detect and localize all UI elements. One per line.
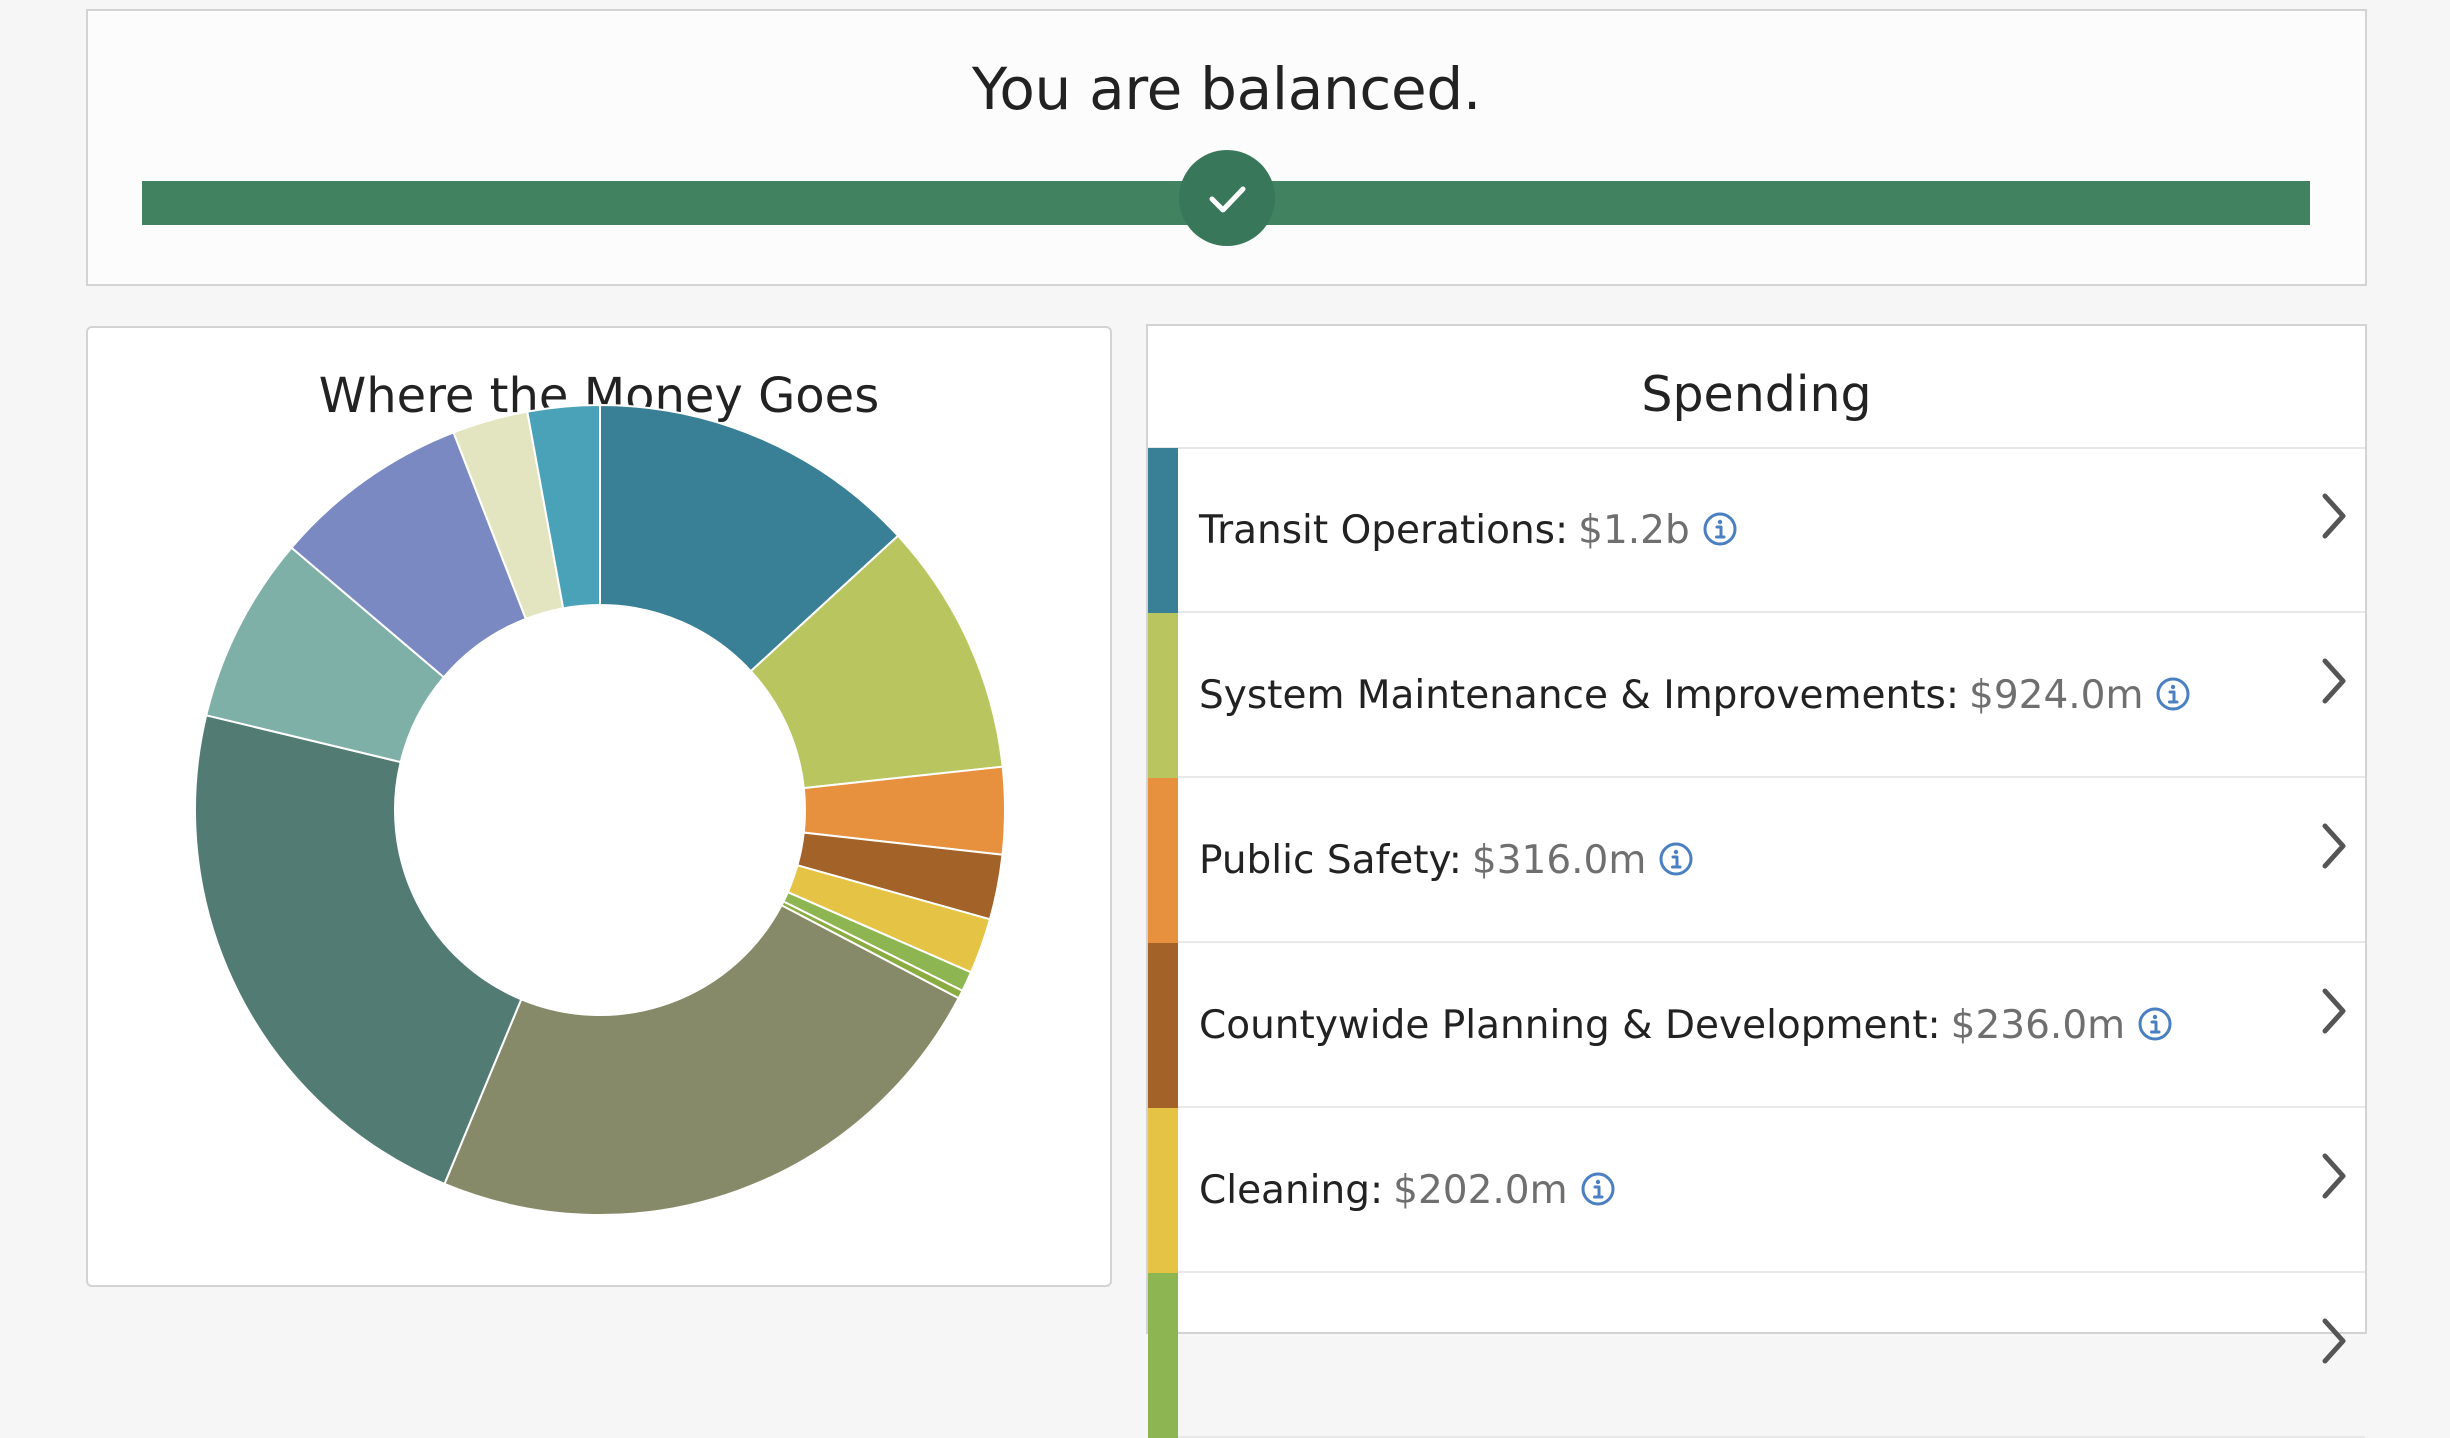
spending-row[interactable]: Countywide Planning & Development: $236.0… xyxy=(1148,943,2365,1108)
category-amount: $316.0m xyxy=(1471,838,1647,883)
category-label: Public Safety: xyxy=(1199,838,1462,883)
spending-panel: Spending Transit Operations: $1.2b System … xyxy=(1146,324,2367,1438)
chevron-right-icon[interactable] xyxy=(2317,488,2351,548)
category-amount: $924.0m xyxy=(1969,673,2144,718)
chevron-right-icon[interactable] xyxy=(2317,653,2351,713)
info-icon[interactable] xyxy=(2137,1006,2173,1052)
spending-row[interactable] xyxy=(1148,1273,2365,1438)
chart-panel: Where the Money Goes xyxy=(86,326,1112,1287)
donut-chart xyxy=(194,403,1006,1216)
spending-title: Spending xyxy=(1641,366,1872,423)
info-icon[interactable] xyxy=(1580,1171,1616,1217)
spending-row[interactable]: System Maintenance & Improvements: $924.0… xyxy=(1148,613,2365,778)
category-amount: $202.0m xyxy=(1393,1168,1568,1213)
balance-title: You are balanced. xyxy=(971,55,1482,123)
donut-slice-8[interactable] xyxy=(194,714,523,1186)
spending-row[interactable]: Public Safety: $316.0m xyxy=(1148,778,2365,943)
category-color-swatch xyxy=(1148,943,1178,1108)
category-label: Cleaning: xyxy=(1199,1168,1384,1213)
category-color-swatch xyxy=(1148,448,1178,613)
chevron-right-icon[interactable] xyxy=(2317,818,2351,878)
category-color-swatch xyxy=(1148,778,1178,943)
spending-row[interactable]: Transit Operations: $1.2b xyxy=(1148,448,2365,613)
balance-indicator[interactable] xyxy=(1179,150,1275,246)
chevron-right-icon[interactable] xyxy=(2317,1313,2351,1373)
category-label: Transit Operations: xyxy=(1199,508,1569,553)
spending-row-text: Transit Operations: $1.2b xyxy=(1199,508,1738,557)
spending-list: Transit Operations: $1.2b System Maintenan… xyxy=(1148,448,2365,1438)
check-icon xyxy=(1209,186,1246,213)
balance-panel: You are balanced. xyxy=(86,9,2367,286)
info-icon[interactable] xyxy=(1658,841,1694,887)
spending-row[interactable]: Cleaning: $202.0m xyxy=(1148,1108,2365,1273)
category-color-swatch xyxy=(1148,613,1178,778)
category-label: Countywide Planning & Development: xyxy=(1199,1003,1941,1048)
spending-row-text: Countywide Planning & Development: $236.0… xyxy=(1199,1003,2173,1052)
category-amount: $236.0m xyxy=(1950,1003,2126,1048)
chevron-right-icon[interactable] xyxy=(2317,1148,2351,1208)
info-icon[interactable] xyxy=(1702,511,1738,557)
category-label: System Maintenance & Improvements: xyxy=(1199,673,1960,718)
spending-row-text: System Maintenance & Improvements: $924.0… xyxy=(1199,673,2191,722)
info-icon[interactable] xyxy=(2155,676,2191,722)
spending-row-text: Cleaning: $202.0m xyxy=(1199,1168,1616,1217)
category-color-swatch xyxy=(1148,1273,1178,1438)
category-amount: $1.2b xyxy=(1578,508,1690,553)
category-color-swatch xyxy=(1148,1108,1178,1273)
chevron-right-icon[interactable] xyxy=(2317,983,2351,1043)
spending-row-text: Public Safety: $316.0m xyxy=(1199,838,1694,887)
